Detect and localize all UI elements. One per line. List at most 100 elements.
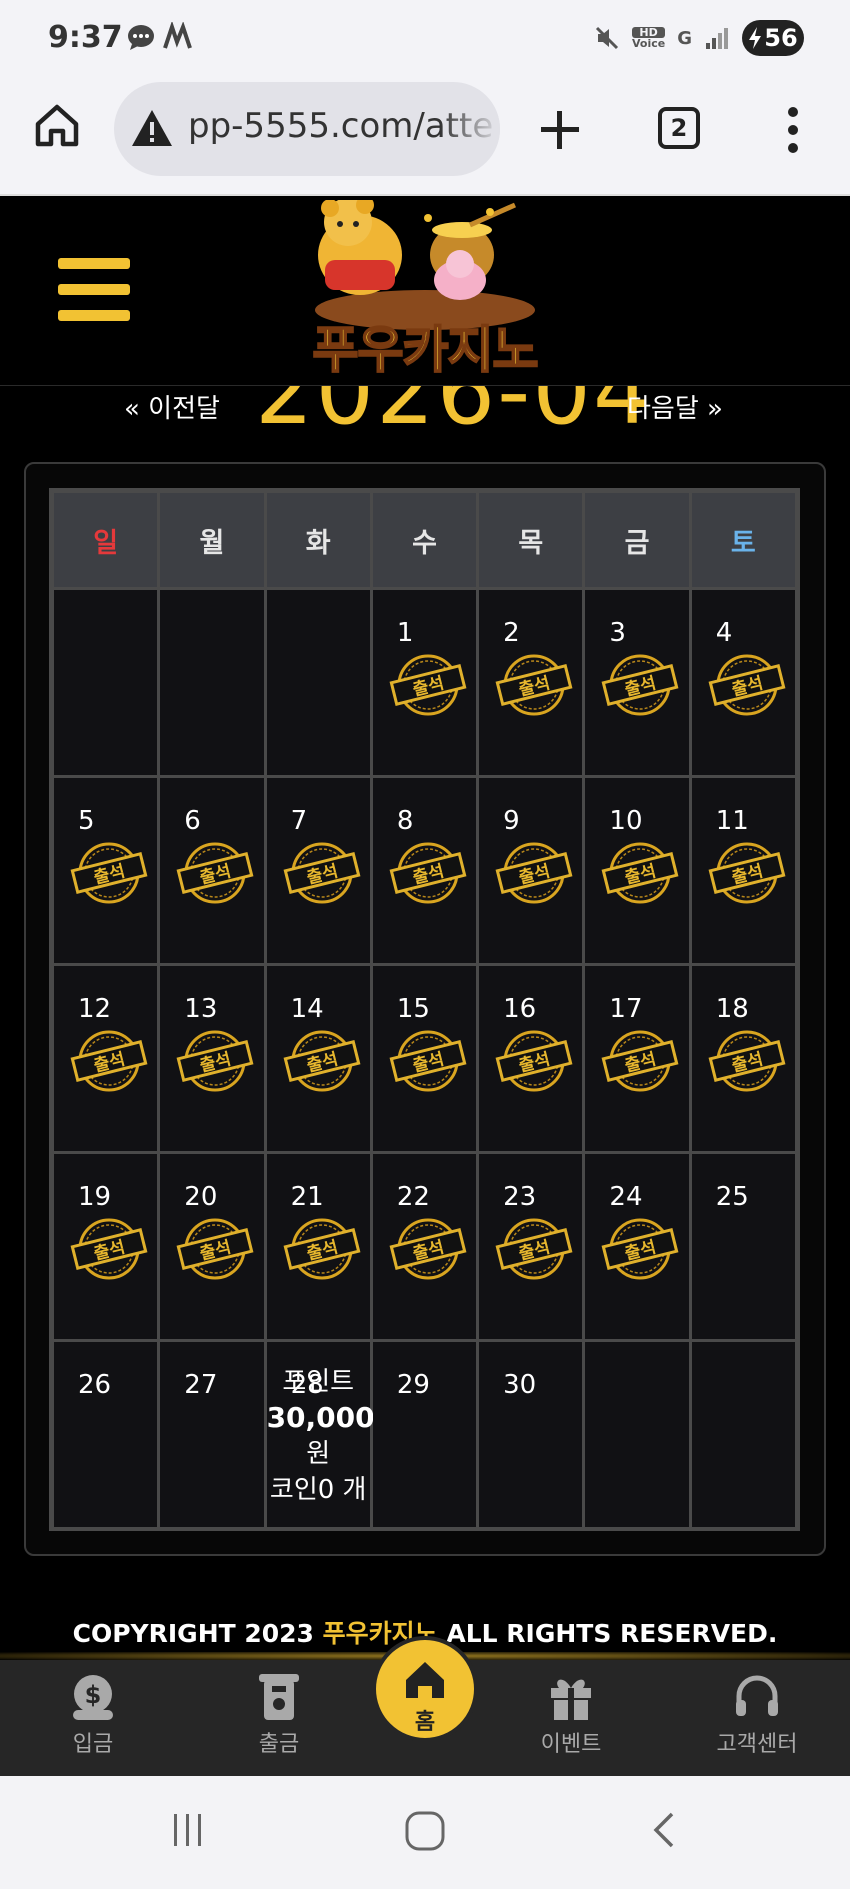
calendar-day-cell[interactable]: 18 출석 [691,966,795,1151]
calendar-day-cell[interactable]: 21 출석 [266,1154,370,1339]
calendar-day-cell[interactable]: 7 출석 [266,778,370,963]
calendar-day-cell[interactable]: 11 출석 [691,778,795,963]
calendar-day-cell[interactable]: 29 [372,1342,477,1527]
attendance-stamp-icon: 출석 [70,1030,148,1092]
weekday-tue: 화 [266,493,370,587]
calendar-day-cell[interactable]: 19 출석 [54,1154,158,1339]
calendar-day-cell[interactable]: 1 출석 [372,590,477,775]
calendar-day-cell[interactable]: 6 출석 [160,778,264,963]
site-header: 푸우카지노 [0,196,850,386]
day-number: 25 [715,1182,749,1212]
attendance-stamp-icon: 출석 [495,842,573,904]
tab-switcher-button[interactable]: 2 [658,107,700,149]
calendar-empty-cell [585,1342,689,1527]
android-home-icon[interactable] [404,1810,446,1852]
day-number: 9 [503,806,520,836]
nav-deposit-label: 입금 [72,1732,114,1757]
day-number: 7 [290,806,308,836]
recent-apps-icon[interactable] [168,1810,208,1850]
browser-home-icon[interactable] [32,100,82,150]
weekday-sun: 일 [54,493,158,587]
attendance-stamp-icon: 출석 [176,1030,254,1092]
attendance-stamp-icon: 출석 [283,842,361,904]
attendance-stamp-icon: 출석 [70,842,148,904]
nav-home-button[interactable]: 홈 [372,1636,478,1742]
attendance-stamp-icon: 출석 [708,654,786,716]
calendar-day-cell[interactable]: 13 출석 [160,966,264,1151]
weekday-wed: 수 [372,493,477,587]
site-logo[interactable]: 푸우카지노 [290,196,560,380]
calendar-day-cell[interactable]: 16 출석 [479,966,583,1151]
calendar-week-row: 12 출석 13 출석 14 출석 15 출석 16 출석 17 출석 18 출석 [54,966,795,1151]
warning-icon[interactable] [130,106,174,150]
attendance-stamp-icon: 출석 [708,1030,786,1092]
day-number: 8 [396,806,414,836]
next-month-link[interactable]: 다음달 » [627,388,723,425]
calendar-day-cell[interactable]: 28 포인트 30,000 원 코인0 개 [266,1342,375,1527]
calendar-day-cell[interactable]: 24 출석 [585,1154,689,1339]
address-bar[interactable]: pp-5555.com/atte [114,82,500,176]
attendance-stamp-icon: 출석 [389,1030,467,1092]
hamburger-menu-icon[interactable] [58,258,130,322]
calendar-day-cell[interactable]: 26 [54,1342,158,1527]
calendar-day-cell[interactable]: 23 출석 [479,1154,583,1339]
atm-icon [259,1674,299,1720]
day-number: 17 [609,994,643,1024]
network-type: G [677,27,692,49]
copyright-prefix: COPYRIGHT 2023 [72,1619,323,1648]
status-time: 9:37 [48,20,123,55]
new-tab-icon[interactable] [538,108,582,152]
attendance-stamp-icon: 출석 [283,1030,361,1092]
day-number: 24 [609,1182,643,1212]
calendar-day-cell[interactable]: 14 출석 [266,966,370,1151]
calendar-week-row: 26 27 28 포인트 30,000 원 코인0 개 29 30 [54,1342,795,1527]
nav-event[interactable]: 이벤트 [506,1672,636,1758]
calendar-day-cell[interactable]: 9 출석 [479,778,583,963]
status-right-icons: HD Voice G 56 [594,20,804,56]
calendar-day-cell[interactable]: 30 [479,1342,583,1527]
calendar-day-cell[interactable]: 20 출석 [160,1154,264,1339]
back-icon[interactable] [648,1810,678,1850]
calendar-day-cell[interactable]: 5 출석 [54,778,158,963]
calendar-day-cell[interactable]: 4 출석 [691,590,795,775]
calendar-day-cell[interactable]: 22 출석 [372,1154,477,1339]
month-navigation: « 이전달 2026-04 다음달 » [0,386,850,436]
day-number: 29 [396,1370,430,1400]
nav-support-label: 고객센터 [716,1732,798,1757]
reward-info: 포인트 30,000 원 코인0 개 [267,1364,375,1508]
day-number: 5 [78,806,95,836]
nav-deposit[interactable]: $ 입금 [28,1672,158,1758]
nav-support[interactable]: 고객센터 [692,1672,822,1758]
day-number: 16 [503,994,537,1024]
calendar-day-cell[interactable]: 2 출석 [479,590,583,775]
attendance-stamp-icon: 출석 [708,842,786,904]
attendance-stamp-icon: 출석 [601,1218,679,1280]
point-label: 포인트 [282,1367,355,1397]
day-number: 10 [609,806,643,836]
day-number: 15 [396,994,430,1024]
battery-level: 56 [764,24,798,52]
calendar-day-cell[interactable]: 25 [691,1154,795,1339]
day-number: 11 [715,806,749,836]
day-number: 26 [78,1370,112,1400]
calendar-day-cell[interactable]: 3 출석 [585,590,689,775]
calendar-day-cell[interactable]: 15 출석 [372,966,477,1151]
calendar-day-cell[interactable]: 17 출석 [585,966,689,1151]
calendar-empty-cell [691,1342,795,1527]
day-number: 14 [290,994,324,1024]
calendar-day-cell[interactable]: 8 출석 [372,778,477,963]
prev-month-link[interactable]: « 이전달 [124,388,220,425]
more-menu-icon[interactable] [785,106,801,154]
attendance-stamp-icon: 출석 [495,1030,573,1092]
attendance-stamp-icon: 출석 [601,842,679,904]
calendar-empty-cell [160,590,264,775]
calendar-empty-cell [54,590,158,775]
nav-withdraw[interactable]: 출금 [214,1672,344,1758]
calendar-day-cell[interactable]: 12 출석 [54,966,158,1151]
calendar-day-cell[interactable]: 10 출석 [585,778,689,963]
mute-icon [595,26,619,50]
headset-icon [736,1675,778,1716]
day-number: 22 [396,1182,430,1212]
calendar-day-cell[interactable]: 27 [160,1342,264,1527]
notification-icons [126,22,194,52]
